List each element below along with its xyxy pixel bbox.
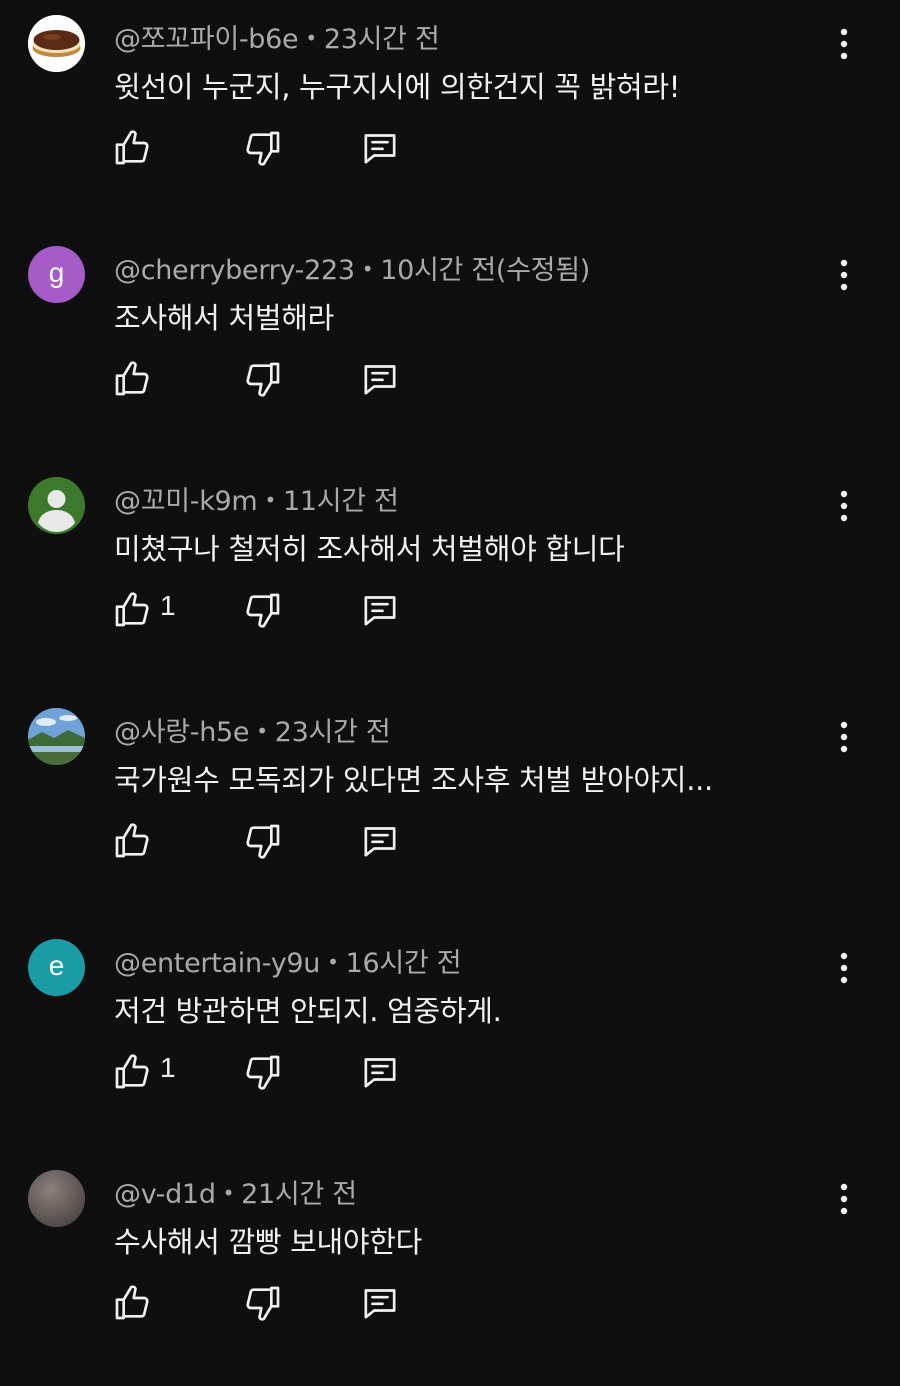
reply-icon bbox=[364, 1289, 396, 1319]
like-count: 1 bbox=[160, 1052, 176, 1083]
comment: @사랑-h5e • 23시간 전 국가원수 모독죄가 있다면 조사후 처벌 받아야지… bbox=[0, 693, 900, 924]
comment-text: 조사해서 처벌해라 bbox=[114, 301, 334, 335]
avatar-image bbox=[28, 15, 85, 72]
avatar[interactable] bbox=[28, 477, 85, 534]
avatar-letter: e bbox=[48, 950, 65, 981]
comment-text: 저건 방관하면 안되지. 엄중하게. bbox=[114, 994, 502, 1028]
dislike-button[interactable] bbox=[241, 1050, 285, 1094]
comment-text: 수사해서 깜빵 보내야한다 bbox=[114, 1225, 423, 1259]
reply-button[interactable] bbox=[358, 126, 402, 170]
more-vert-icon bbox=[840, 1183, 848, 1215]
thumb-down-icon bbox=[246, 824, 280, 859]
comment: @꼬미-k9m • 11시간 전 미쳤구나 철저히 조사해서 처벌해야 합니다 1 bbox=[0, 462, 900, 693]
meta-separator: • bbox=[264, 488, 276, 512]
thumb-up-icon bbox=[115, 823, 149, 858]
more-vert-icon bbox=[840, 490, 848, 522]
more-vert-icon bbox=[840, 259, 848, 291]
comment-time: 21시간 전 bbox=[241, 1179, 357, 1210]
dislike-button[interactable] bbox=[241, 1281, 285, 1325]
thumb-down-icon bbox=[246, 1286, 280, 1321]
comment-author[interactable]: @entertain-y9u bbox=[114, 948, 320, 979]
more-options-button[interactable] bbox=[826, 1179, 862, 1219]
comment-meta: @v-d1d • 21시간 전 bbox=[114, 1172, 357, 1211]
avatar-image bbox=[28, 1170, 85, 1227]
like-count: 1 bbox=[160, 590, 176, 621]
comment-meta: @꼬미-k9m • 11시간 전 bbox=[114, 479, 399, 518]
more-options-button[interactable] bbox=[826, 255, 862, 295]
thumb-up-icon bbox=[115, 1054, 149, 1089]
more-vert-icon bbox=[840, 952, 848, 984]
thumb-up-icon bbox=[115, 361, 149, 396]
like-button[interactable] bbox=[110, 1281, 154, 1325]
dislike-button[interactable] bbox=[241, 126, 285, 170]
reply-button[interactable] bbox=[358, 1050, 402, 1094]
avatar[interactable] bbox=[28, 708, 85, 765]
comment-text: 미쳤구나 철저히 조사해서 처벌해야 합니다 bbox=[114, 532, 625, 566]
default-person-icon bbox=[28, 477, 85, 534]
comment-meta: @entertain-y9u • 16시간 전 bbox=[114, 941, 462, 980]
meta-separator: • bbox=[222, 1181, 235, 1205]
reply-icon bbox=[364, 596, 396, 626]
avatar[interactable]: g bbox=[28, 246, 85, 303]
more-vert-icon bbox=[840, 721, 848, 753]
comment-author[interactable]: @사랑-h5e bbox=[114, 717, 250, 748]
avatar[interactable]: e bbox=[28, 939, 85, 996]
like-button[interactable] bbox=[110, 357, 154, 401]
thumb-down-icon bbox=[246, 131, 280, 166]
meta-separator: • bbox=[256, 719, 268, 743]
meta-separator: • bbox=[361, 257, 374, 281]
reply-button[interactable] bbox=[358, 357, 402, 401]
dislike-button[interactable] bbox=[241, 588, 285, 632]
avatar-image bbox=[28, 708, 85, 765]
reply-button[interactable] bbox=[358, 819, 402, 863]
dislike-button[interactable] bbox=[241, 819, 285, 863]
like-button[interactable] bbox=[110, 126, 154, 170]
more-options-button[interactable] bbox=[826, 24, 862, 64]
thumb-down-icon bbox=[246, 593, 280, 628]
like-button[interactable] bbox=[110, 819, 154, 863]
comment-time: 11시간 전 bbox=[282, 486, 399, 517]
comment-author[interactable]: @꼬미-k9m bbox=[114, 486, 258, 517]
thumb-up-icon bbox=[115, 592, 149, 627]
avatar[interactable] bbox=[28, 1170, 85, 1227]
comment-text: 국가원수 모독죄가 있다면 조사후 처벌 받아야지... bbox=[114, 763, 713, 797]
avatar-letter: g bbox=[48, 257, 65, 288]
comment: @쪼꼬파이-b6e • 23시간 전 윗선이 누군지, 누구지시에 의한건지 꼭 밝… bbox=[0, 0, 900, 231]
more-options-button[interactable] bbox=[826, 948, 862, 988]
reply-icon bbox=[364, 134, 396, 164]
comment-author[interactable]: @v-d1d bbox=[114, 1179, 216, 1210]
comment-meta: @사랑-h5e • 23시간 전 bbox=[114, 710, 391, 749]
thumb-up-icon bbox=[115, 1285, 149, 1320]
more-options-button[interactable] bbox=[826, 717, 862, 757]
reply-icon bbox=[364, 1058, 396, 1088]
avatar[interactable] bbox=[28, 15, 85, 72]
reply-icon bbox=[364, 365, 396, 395]
thumb-down-icon bbox=[246, 362, 280, 397]
comment-time: 23시간 전 bbox=[323, 24, 440, 55]
more-options-button[interactable] bbox=[826, 486, 862, 526]
comment-time: 16시간 전 bbox=[345, 948, 462, 979]
meta-separator: • bbox=[327, 950, 339, 974]
reply-button[interactable] bbox=[358, 588, 402, 632]
comment-meta: @쪼꼬파이-b6e • 23시간 전 bbox=[114, 17, 440, 56]
comment-author[interactable]: @cherryberry-223 bbox=[114, 255, 355, 286]
dislike-button[interactable] bbox=[241, 357, 285, 401]
thumb-down-icon bbox=[246, 1055, 280, 1090]
comment-time: 10시간 전(수정됨) bbox=[380, 255, 590, 286]
comment: e @entertain-y9u • 16시간 전 저건 방관하면 안되지. 엄중하… bbox=[0, 924, 900, 1155]
reply-icon bbox=[364, 827, 396, 857]
more-vert-icon bbox=[840, 28, 848, 60]
comment: @v-d1d • 21시간 전 수사해서 깜빵 보내야한다 bbox=[0, 1155, 900, 1386]
like-button[interactable] bbox=[110, 588, 154, 632]
comment-text: 윗선이 누군지, 누구지시에 의한건지 꼭 밝혀라! bbox=[114, 70, 681, 104]
like-button[interactable] bbox=[110, 1050, 154, 1094]
reply-button[interactable] bbox=[358, 1281, 402, 1325]
comment-time: 23시간 전 bbox=[274, 717, 391, 748]
thumb-up-icon bbox=[115, 130, 149, 165]
comment-author[interactable]: @쪼꼬파이-b6e bbox=[114, 24, 299, 55]
comment: g @cherryberry-223 • 10시간 전(수정됨) 조사해서 처벌해라 bbox=[0, 231, 900, 462]
meta-separator: • bbox=[305, 26, 317, 50]
comment-meta: @cherryberry-223 • 10시간 전(수정됨) bbox=[114, 248, 590, 287]
